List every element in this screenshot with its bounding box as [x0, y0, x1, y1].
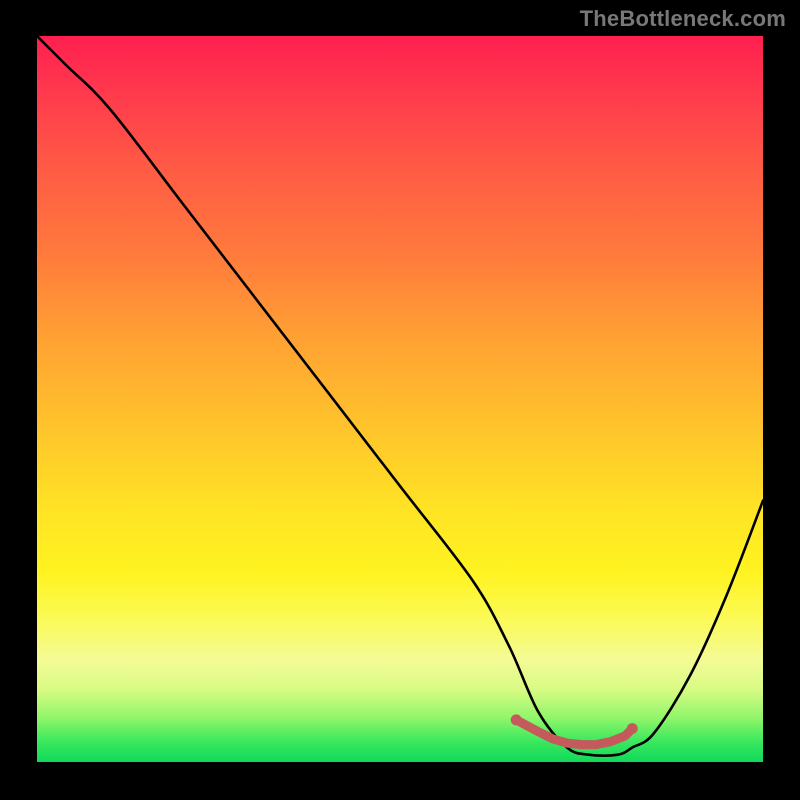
bottom-marker-dot: [627, 723, 638, 734]
chart-container: TheBottleneck.com: [0, 0, 800, 800]
bottleneck-curve-path: [37, 36, 763, 756]
bottleneck-curve-svg: [37, 36, 763, 762]
watermark-label: TheBottleneck.com: [580, 6, 786, 32]
bottom-marker-dot: [511, 714, 522, 725]
bottom-marker-stroke: [516, 720, 632, 745]
bottom-marker-group: [511, 714, 638, 744]
